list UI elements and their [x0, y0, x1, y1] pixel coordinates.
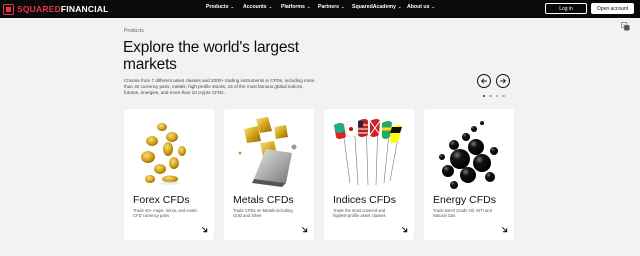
carousel-prev-button[interactable] [477, 74, 491, 88]
carousel-dot[interactable] [483, 95, 486, 98]
carousel-dot[interactable] [502, 95, 505, 98]
nav-item-label: Products [206, 4, 229, 10]
product-card-metals[interactable]: Metals CFDs Trade CFDs on Metals includi… [224, 109, 314, 240]
chevron-down-icon: ⌄ [340, 4, 345, 9]
translate-icon[interactable]: G [621, 22, 630, 31]
card-title: Energy CFDs [433, 194, 497, 206]
nav-item-partners[interactable]: Partners ⌄ [318, 4, 345, 10]
login-button[interactable]: Log in [545, 3, 587, 14]
card-description: Trade the most covered and highest-profi… [333, 208, 386, 219]
arrow-left-icon [481, 78, 487, 84]
nav-item-accounts[interactable]: Accounts ⌄ [243, 4, 272, 10]
open-account-button[interactable]: Open account [591, 3, 634, 14]
brand-logo[interactable]: SQUAREDFINANCIAL [3, 3, 109, 15]
arrow-right-icon [500, 78, 506, 84]
chevron-down-icon: ⌄ [267, 4, 273, 9]
card-title: Forex CFDs [133, 194, 190, 206]
breadcrumb[interactable]: Products [124, 28, 144, 34]
brand-name-rest: FINANCIAL [60, 4, 109, 14]
carousel-dot[interactable] [495, 95, 499, 98]
nav-item-about-us[interactable]: About us ⌄ [407, 4, 435, 10]
arrow-down-right-icon [401, 226, 408, 233]
arrow-down-right-icon [301, 226, 308, 233]
chevron-down-icon: ⌄ [305, 4, 311, 9]
top-navbar: SQUAREDFINANCIAL Products ⌄ Accounts ⌄ P… [0, 0, 640, 18]
product-card-indices[interactable]: Indices CFDs Trade the most covered and … [324, 109, 414, 240]
card-title: Indices CFDs [333, 194, 397, 206]
chevron-down-icon: ⌄ [430, 4, 435, 9]
nav-item-label: SquaredAcademy [352, 4, 396, 10]
nav-item-label: Accounts [243, 4, 267, 10]
nav-item-label: Platforms [281, 4, 305, 10]
chevron-down-icon: ⌄ [229, 4, 234, 9]
nav-item-products[interactable]: Products ⌄ [206, 4, 234, 10]
arrow-down-right-icon [501, 226, 508, 233]
product-card-energy[interactable]: Energy CFDs Trade Brent Crude Oil, WTI a… [424, 109, 514, 240]
nav-item-label: About us [407, 4, 430, 10]
page-description: Choose from 7 different asset classes an… [124, 78, 315, 95]
gold-coins-image [141, 123, 186, 185]
chevron-down-icon: ⌄ [396, 4, 402, 9]
nav-item-squaredacademy[interactable]: SquaredAcademy ⌄ [352, 4, 401, 10]
arrow-down-right-icon [201, 226, 208, 233]
card-description: Trade 40+ major, minor, and exotic CFD c… [133, 208, 198, 219]
carousel-dots [483, 95, 509, 98]
card-description: Trade CFDs on Metals including Gold and … [233, 208, 293, 219]
nav-item-label: Partners [318, 4, 340, 10]
product-card-forex[interactable]: Forex CFDs Trade 40+ major, minor, and e… [124, 109, 214, 240]
gold-bars-image [238, 117, 297, 187]
card-title: Metals CFDs [233, 194, 294, 206]
carousel-next-button[interactable] [496, 74, 510, 88]
page-title: Explore the world's largest markets [123, 39, 299, 73]
nav-item-platforms[interactable]: Platforms ⌄ [281, 4, 310, 10]
card-description: Trade Brent Crude Oil, WTI and Natural G… [433, 208, 492, 219]
svg-text:G: G [623, 24, 626, 28]
oil-drops-image [439, 121, 498, 189]
flags-image [334, 118, 402, 186]
logo-mark-icon [3, 3, 14, 15]
carousel-dot[interactable] [489, 95, 492, 98]
brand-name-accent: SQUARED [17, 4, 61, 14]
